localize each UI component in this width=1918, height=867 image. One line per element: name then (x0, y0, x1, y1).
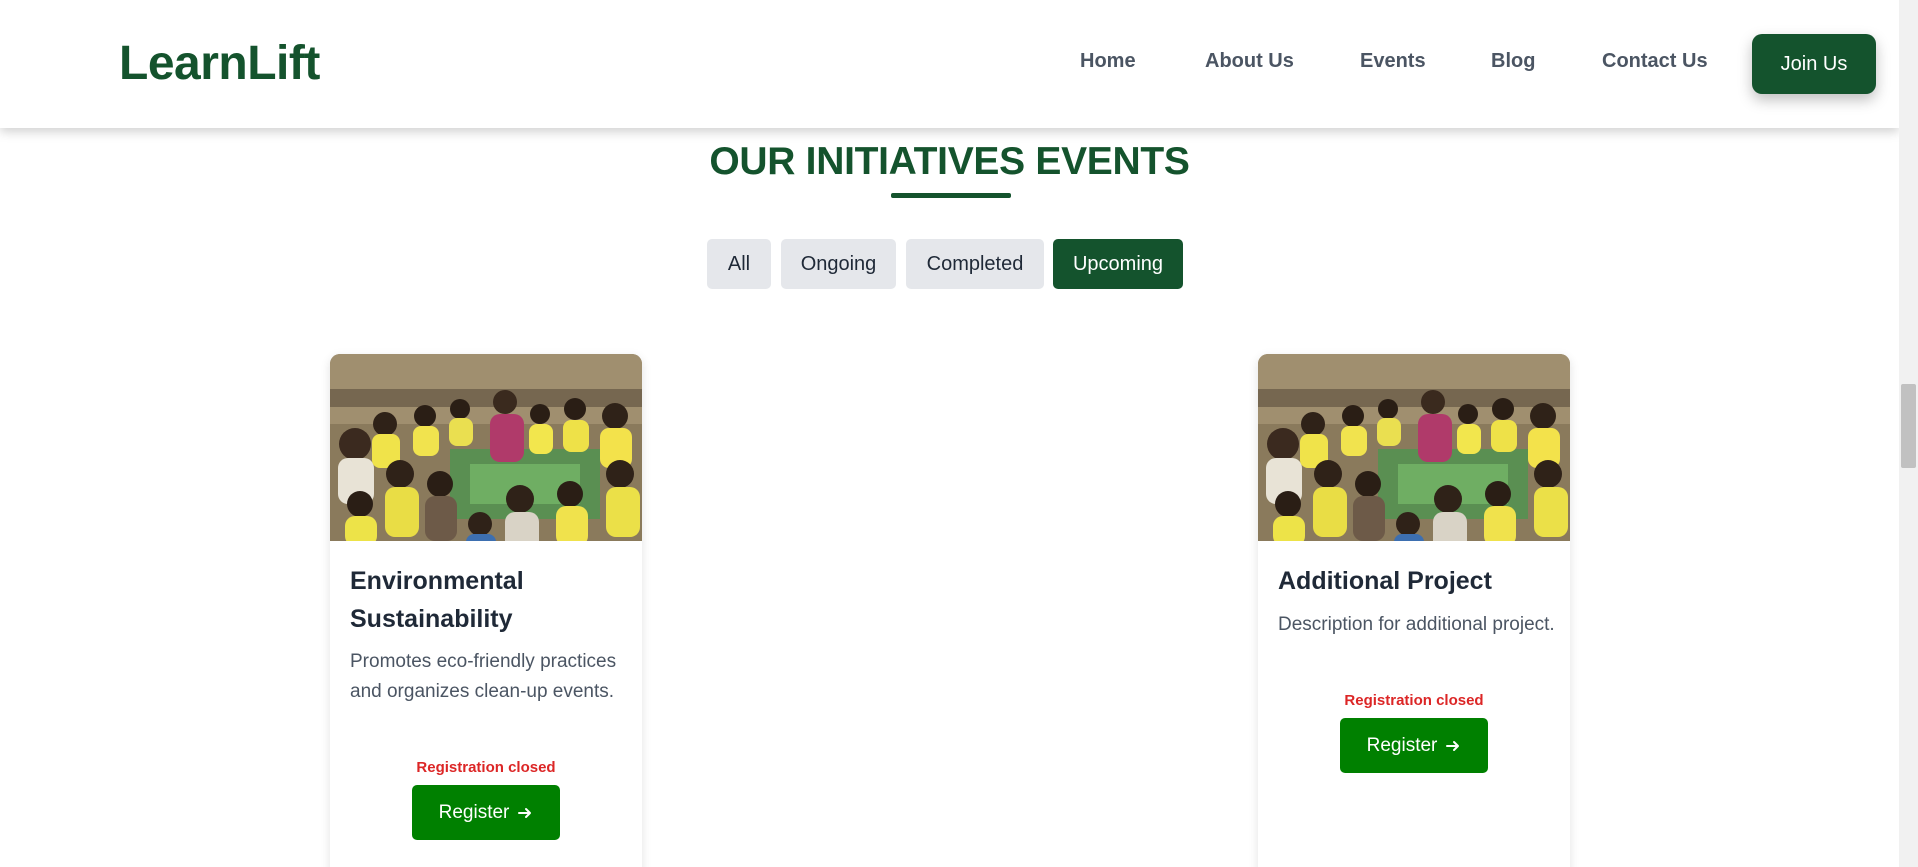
event-image (1258, 354, 1570, 541)
event-card: Environmental Sustainability Promotes ec… (330, 354, 642, 867)
site-logo[interactable]: LearnLift (119, 36, 320, 91)
registration-status: Registration closed (416, 759, 556, 776)
arrow-right-icon (1446, 740, 1460, 751)
register-button[interactable]: Register (412, 785, 560, 840)
event-title: Additional Project (1278, 567, 1492, 595)
filter-all[interactable]: All (707, 239, 771, 289)
nav-home[interactable]: Home (1080, 50, 1136, 73)
register-label: Register (438, 801, 510, 823)
filter-upcoming[interactable]: Upcoming (1053, 239, 1183, 289)
nav-events[interactable]: Events (1360, 50, 1426, 73)
filter-ongoing[interactable]: Ongoing (781, 239, 896, 289)
site-header: LearnLift Home About Us Events Blog Cont… (0, 0, 1899, 128)
nav-contact-us[interactable]: Contact Us (1602, 50, 1708, 73)
page-viewport: LearnLift Home About Us Events Blog Cont… (0, 0, 1899, 867)
nav-blog[interactable]: Blog (1491, 50, 1535, 73)
event-title: Environmental Sustainability (350, 567, 524, 633)
arrow-right-icon (518, 807, 532, 818)
event-image (330, 354, 642, 541)
join-us-button[interactable]: Join Us (1752, 34, 1876, 94)
filter-completed[interactable]: Completed (906, 239, 1044, 289)
title-underline (891, 193, 1011, 198)
register-button[interactable]: Register (1340, 718, 1488, 773)
page-scrollbar[interactable] (1899, 0, 1918, 867)
event-description: Description for additional project. (1278, 614, 1555, 635)
scrollbar-thumb[interactable] (1901, 384, 1916, 468)
section-title: OUR INITIATIVES EVENTS (709, 140, 1190, 183)
event-card: Additional Project Description for addit… (1258, 354, 1570, 867)
registration-status: Registration closed (1344, 692, 1484, 709)
register-label: Register (1366, 734, 1438, 756)
event-description: Promotes eco-friendly practices and orga… (350, 651, 617, 702)
nav-about-us[interactable]: About Us (1205, 50, 1294, 73)
